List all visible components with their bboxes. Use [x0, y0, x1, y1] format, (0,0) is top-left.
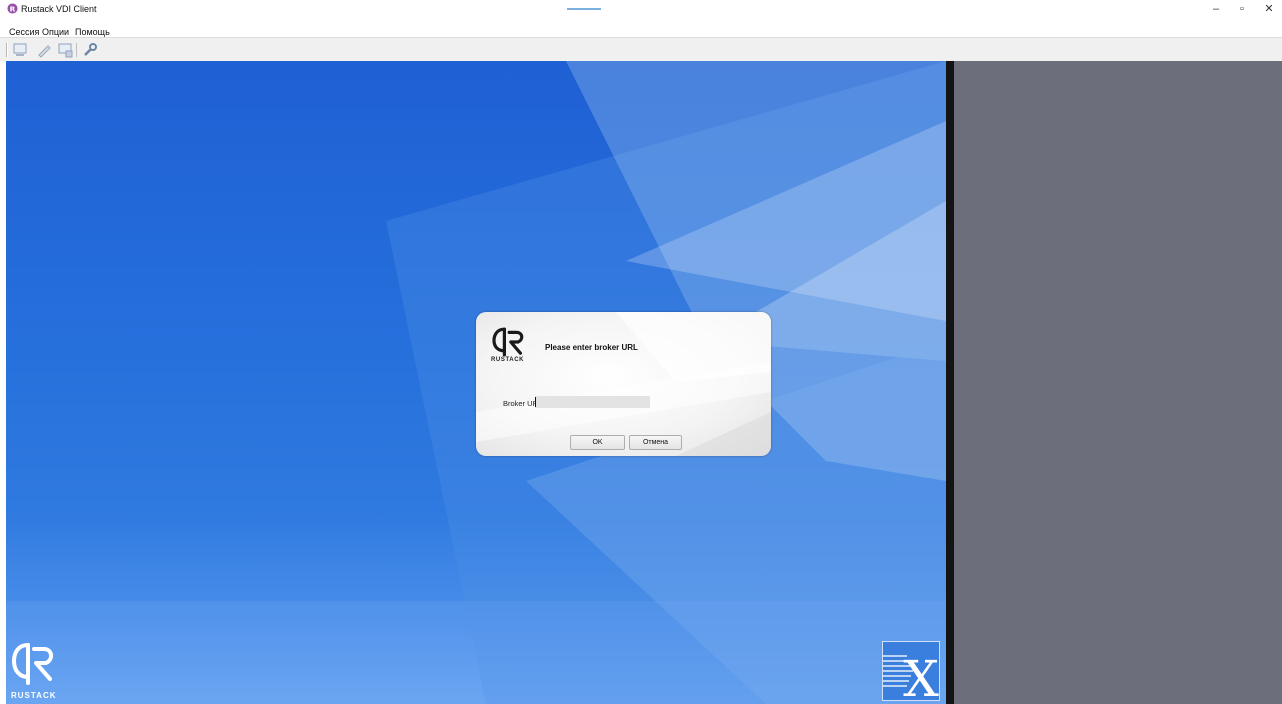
x-logo-icon: X	[883, 650, 939, 701]
desktop-brand-text: RUSTACK	[11, 691, 57, 700]
x-server-logo: X	[882, 641, 940, 701]
remote-desktop-border	[946, 61, 954, 704]
maximize-button[interactable]: ▫	[1229, 0, 1255, 18]
toolbar-grip	[6, 43, 8, 57]
minimize-button[interactable]: –	[1203, 0, 1229, 18]
settings-wrench-icon[interactable]	[82, 42, 98, 58]
ok-button[interactable]: OK	[570, 435, 625, 450]
client-empty-area	[954, 61, 1282, 704]
dialog-brand-text: RUSTACK	[491, 357, 525, 363]
svg-text:R: R	[10, 4, 16, 13]
edit-icon[interactable]	[36, 42, 52, 58]
rustack-logo-icon	[11, 643, 53, 685]
text-caret	[535, 397, 536, 407]
disconnect-icon[interactable]	[57, 42, 73, 58]
window-title: Rustack VDI Client	[21, 4, 97, 14]
rustack-logo-icon	[492, 327, 524, 357]
dialog-heading: Please enter broker URL	[545, 343, 638, 352]
title-accent-line	[567, 8, 601, 10]
desktop-rustack-logo: RUSTACK	[6, 637, 68, 703]
broker-url-input[interactable]	[535, 396, 650, 408]
toolbar	[0, 37, 1282, 61]
menu-session[interactable]: Сессия	[9, 27, 39, 37]
close-button[interactable]: ✕	[1256, 0, 1282, 18]
toolbar-separator	[76, 43, 77, 57]
menu-bar: Сессия Опции Помощь	[0, 18, 1282, 37]
broker-url-dialog: RUSTACK Please enter broker URL Broker U…	[476, 312, 771, 456]
menu-options[interactable]: Опции	[42, 27, 69, 37]
cancel-button[interactable]: Отмена	[629, 435, 682, 450]
svg-text:X: X	[903, 650, 939, 701]
dialog-rustack-logo: RUSTACK	[488, 326, 534, 368]
title-bar: R Rustack VDI Client – ▫ ✕	[0, 0, 1282, 18]
app-logo-icon: R	[7, 3, 18, 14]
menu-help[interactable]: Помощь	[75, 27, 110, 37]
connect-icon[interactable]	[12, 42, 28, 58]
